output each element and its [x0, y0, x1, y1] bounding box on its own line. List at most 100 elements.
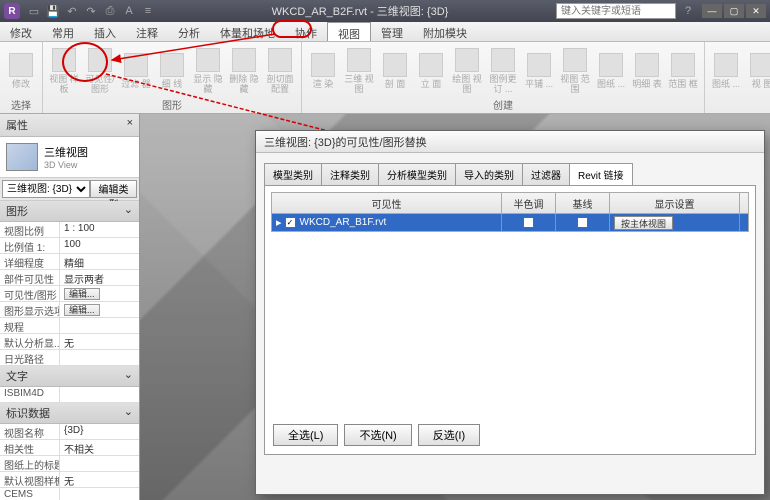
dialog-tab-2[interactable]: 分析模型类别: [378, 163, 456, 185]
prop-value[interactable]: [60, 318, 139, 333]
ribbon-btn-1-5[interactable]: 删除 隐藏: [227, 44, 261, 97]
qat-undo-icon[interactable]: ↶: [64, 3, 80, 19]
dialog-tab-0[interactable]: 模型类别: [264, 163, 322, 185]
ribbon-btn-1-3[interactable]: 细 线: [155, 44, 189, 97]
dialog-tab-1[interactable]: 注释类别: [321, 163, 379, 185]
column-header[interactable]: 可见性: [272, 193, 502, 213]
ribbon-btn-1-2[interactable]: 过滤 器: [119, 44, 153, 97]
link-row[interactable]: ▸✓WKCD_AR_B1F.rvt 按主体视图: [271, 214, 749, 232]
menu-tab-9[interactable]: 附加模块: [413, 22, 477, 41]
halftone-cell[interactable]: [502, 214, 556, 231]
ribbon-btn-2-9[interactable]: 明细 表: [630, 44, 664, 97]
qat-save-icon[interactable]: 💾: [45, 3, 61, 19]
menu-tab-3[interactable]: 注释: [126, 22, 168, 41]
prop-edit-button[interactable]: 编辑...: [64, 304, 100, 316]
prop-section-header[interactable]: 图形⌄: [0, 201, 139, 222]
menu-tab-1[interactable]: 常用: [42, 22, 84, 41]
ribbon-btn-2-7[interactable]: 视图 范围: [558, 44, 592, 97]
link-visibility-cell[interactable]: ▸✓WKCD_AR_B1F.rvt: [272, 214, 502, 231]
prop-value[interactable]: [60, 387, 139, 402]
prop-value[interactable]: 精细: [60, 254, 139, 269]
search-input[interactable]: [556, 3, 676, 19]
prop-value[interactable]: [60, 456, 139, 471]
menu-tab-2[interactable]: 插入: [84, 22, 126, 41]
select-all-button[interactable]: 全选(L): [273, 424, 338, 446]
ribbon-btn-label: 图纸 ...: [712, 79, 740, 89]
ribbon-btn-icon: [419, 53, 443, 77]
prop-value[interactable]: 1 : 100: [60, 222, 139, 237]
column-header[interactable]: 基线: [556, 193, 610, 213]
prop-value[interactable]: 100: [60, 238, 139, 253]
ribbon-btn-2-1[interactable]: 三维 视图: [342, 44, 376, 97]
menu-tab-7[interactable]: 视图: [327, 22, 371, 41]
prop-row: 相关性不相关: [0, 440, 139, 456]
ribbon-btn-2-10[interactable]: 范围 框: [666, 44, 700, 97]
prop-label: 规程: [0, 318, 60, 333]
prop-value[interactable]: 编辑...: [60, 302, 139, 317]
maximize-button[interactable]: ▢: [724, 4, 744, 18]
prop-value[interactable]: 不相关: [60, 440, 139, 455]
ribbon-btn-1-6[interactable]: 剖切面 配置: [263, 44, 297, 97]
help-icon[interactable]: ?: [680, 3, 696, 19]
ribbon-btn-3-0[interactable]: 图纸 ...: [709, 44, 743, 97]
select-none-button[interactable]: 不选(N): [344, 424, 411, 446]
type-selector[interactable]: 三维视图: {3D}: [2, 180, 90, 198]
menu-tab-6[interactable]: 协作: [285, 22, 327, 41]
prop-value[interactable]: [60, 488, 139, 500]
ribbon-btn-2-5[interactable]: 图例更订 ...: [486, 44, 520, 97]
dialog-tabs: 模型类别注释类别分析模型类别导入的类别过滤器Revit 链接: [264, 163, 756, 185]
prop-section-header[interactable]: 标识数据⌄: [0, 403, 139, 424]
qat-print-icon[interactable]: ⎙: [102, 3, 118, 19]
underlay-checkbox[interactable]: [577, 217, 588, 228]
prop-value[interactable]: 无: [60, 472, 139, 487]
menu-tab-5[interactable]: 体量和场地: [210, 22, 285, 41]
prop-value[interactable]: [60, 350, 139, 365]
menu-tab-4[interactable]: 分析: [168, 22, 210, 41]
display-settings-button[interactable]: 按主体视图: [614, 216, 673, 230]
prop-value[interactable]: {3D}: [60, 424, 139, 439]
minimize-button[interactable]: —: [702, 4, 722, 18]
dialog-tab-4[interactable]: 过滤器: [522, 163, 570, 185]
properties-close-icon[interactable]: ×: [127, 117, 133, 133]
ribbon-btn-1-1[interactable]: 可见性/ 图形: [83, 44, 117, 97]
app-icon[interactable]: R: [4, 3, 20, 19]
dialog-tab-5[interactable]: Revit 链接: [569, 163, 633, 185]
menu-tab-8[interactable]: 管理: [371, 22, 413, 41]
qat-more-icon[interactable]: ≡: [140, 3, 156, 19]
prop-value[interactable]: 显示两者: [60, 270, 139, 285]
ribbon-btn-2-3[interactable]: 立 面: [414, 44, 448, 97]
ribbon-btn-1-4[interactable]: 显示 隐藏: [191, 44, 225, 97]
menu-tab-0[interactable]: 修改: [0, 22, 42, 41]
visibility-checkbox[interactable]: ✓: [285, 217, 296, 228]
ribbon-btn-2-4[interactable]: 绘图 视图: [450, 44, 484, 97]
column-header[interactable]: 半色调: [502, 193, 556, 213]
view-type-name: 三维视图: [44, 144, 88, 160]
ribbon-btn-0-0[interactable]: 修改: [4, 44, 38, 97]
qat-text-icon[interactable]: A: [121, 3, 137, 19]
ribbon-btn-2-8[interactable]: 图纸 ...: [594, 44, 628, 97]
edit-type-button[interactable]: 编辑类型: [90, 180, 137, 198]
column-header[interactable]: 显示设置: [610, 193, 740, 213]
prop-row: 视图比例1 : 100: [0, 222, 139, 238]
ribbon-btn-2-2[interactable]: 剖 面: [378, 44, 412, 97]
qat-open-icon[interactable]: ▭: [26, 3, 42, 19]
display-settings-cell[interactable]: 按主体视图: [610, 214, 740, 231]
underlay-cell[interactable]: [556, 214, 610, 231]
ribbon-group-1: 视图 样板可见性/ 图形过滤 器细 线显示 隐藏删除 隐藏剖切面 配置图形: [43, 42, 302, 113]
qat-redo-icon[interactable]: ↷: [83, 3, 99, 19]
invert-button[interactable]: 反选(I): [418, 424, 480, 446]
view-type-sub: 3D View: [44, 160, 88, 170]
dialog-tab-3[interactable]: 导入的类别: [455, 163, 523, 185]
ribbon-btn-3-1[interactable]: 视 图: [745, 44, 770, 97]
ribbon-btn-2-6[interactable]: 平铺 ...: [522, 44, 556, 97]
prop-edit-button[interactable]: 编辑...: [64, 288, 100, 300]
prop-value[interactable]: 无: [60, 334, 139, 349]
ribbon-btn-1-0[interactable]: 视图 样板: [47, 44, 81, 97]
prop-value[interactable]: 编辑...: [60, 286, 139, 301]
ribbon-btn-2-0[interactable]: 渲 染: [306, 44, 340, 97]
halftone-checkbox[interactable]: [523, 217, 534, 228]
ribbon-btn-label: 图例更订 ...: [488, 74, 518, 94]
ribbon-btn-icon: [160, 53, 184, 77]
prop-section-header[interactable]: 文字⌄: [0, 366, 139, 387]
close-button[interactable]: ✕: [746, 4, 766, 18]
